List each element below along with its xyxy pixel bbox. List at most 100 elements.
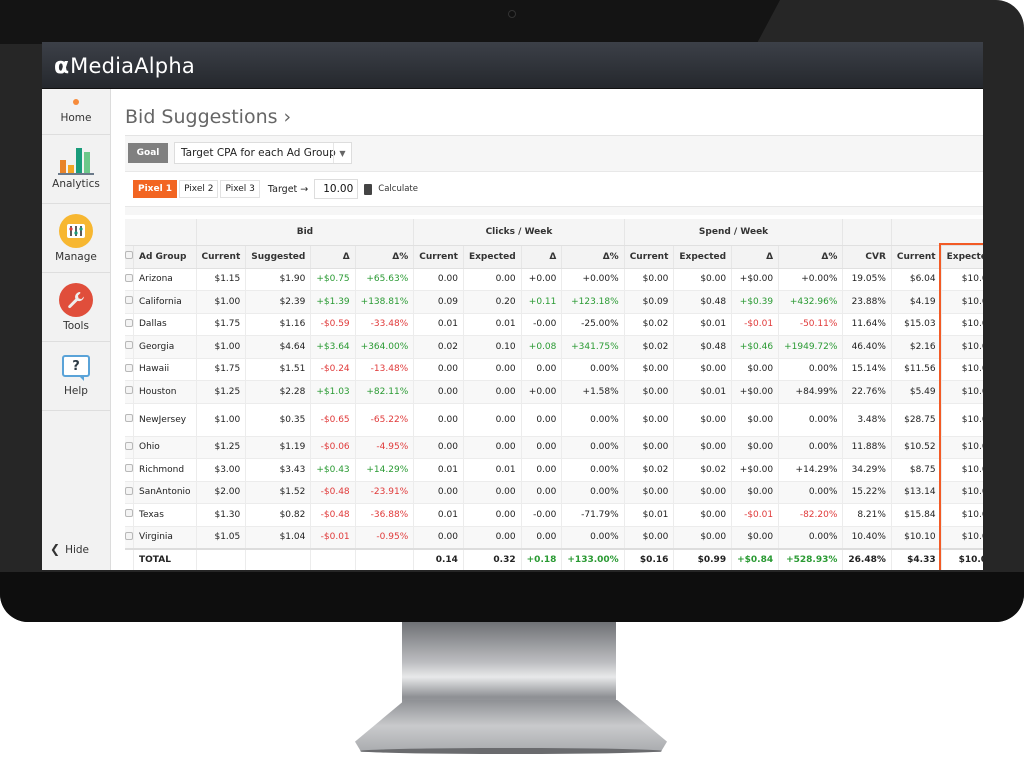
calculate-button[interactable]: Calculate — [378, 184, 418, 194]
row-checkbox[interactable] — [125, 458, 134, 482]
table-cell: $0.00 — [731, 358, 780, 381]
table-cell: $0.16 — [624, 547, 675, 570]
table-cell: 0.00 — [413, 526, 464, 549]
row-checkbox[interactable] — [125, 481, 134, 504]
column-header[interactable]: Current — [413, 245, 464, 269]
table-cell: 0.00 — [463, 481, 522, 504]
row-checkbox[interactable] — [125, 380, 134, 404]
table-cell: 0.00% — [778, 481, 844, 504]
table-cell: $0.00 — [673, 268, 733, 291]
table-cell: 0.00% — [561, 358, 625, 381]
column-header[interactable]: Expected — [673, 245, 733, 269]
row-checkbox[interactable] — [125, 403, 134, 437]
column-header[interactable]: Ad Group — [133, 245, 197, 269]
sidebar-item-manage[interactable]: Manage — [42, 204, 110, 273]
table-cell: +0.00 — [521, 268, 563, 291]
column-header[interactable]: Current — [624, 245, 675, 269]
group-header-empty — [125, 219, 197, 246]
group-header-spend: Spend / Week — [624, 219, 844, 246]
table-cell: -$0.01 — [310, 526, 356, 549]
column-header[interactable]: Suggested — [245, 245, 312, 269]
tab-pixel-1[interactable]: Pixel 1 — [133, 180, 178, 198]
ad-group-name: Arizona — [133, 268, 197, 291]
table-cell: $13.14 — [891, 481, 942, 504]
table-cell: $3.00 — [196, 458, 247, 482]
table-cell: $4.33 — [891, 547, 942, 570]
bid-suggestions-table: Bid Clicks / Week Spend / Week CPA Ad Gr… — [125, 219, 983, 570]
table-cell: $0.02 — [624, 313, 675, 336]
sidebar-item-tools[interactable]: Tools — [42, 273, 110, 342]
hide-sidebar-button[interactable]: ❮ Hide — [50, 542, 89, 556]
row-checkbox[interactable] — [125, 268, 134, 291]
table-cell: $10.00 — [941, 380, 983, 404]
sidebar: Home Analytics Manage Tools ? Help ❮ Hid… — [42, 89, 111, 570]
table-cell: +1.58% — [561, 380, 625, 404]
table-cell: -23.91% — [355, 481, 415, 504]
table-cell: $28.75 — [891, 403, 942, 437]
row-checkbox[interactable] — [125, 526, 134, 549]
table-cell: +0.11 — [521, 290, 563, 314]
row-checkbox[interactable] — [125, 335, 134, 359]
row-checkbox[interactable] — [125, 290, 134, 314]
sidebar-item-label: Analytics — [52, 177, 100, 190]
ad-group-name: Richmond — [133, 458, 197, 482]
table-cell: $10.00 — [941, 547, 983, 570]
table-cell: +$0.39 — [731, 290, 780, 314]
column-header[interactable]: Δ — [731, 245, 780, 269]
table-cell: -0.00 — [521, 503, 563, 527]
ad-group-name: Ohio — [133, 436, 197, 459]
goal-select[interactable]: Target CPA for each Ad Group ▼ — [174, 142, 352, 164]
table-cell: 0.10 — [463, 335, 522, 359]
empty-cell — [125, 547, 134, 570]
table-cell: +364.00% — [355, 335, 415, 359]
table-cell — [245, 547, 312, 570]
column-header[interactable]: Δ% — [778, 245, 844, 269]
group-header-row: Bid Clicks / Week Spend / Week CPA — [125, 219, 983, 246]
column-header[interactable]: Current — [196, 245, 247, 269]
column-header[interactable]: CVR — [842, 245, 892, 269]
column-header[interactable]: Expected — [941, 245, 983, 269]
table-row: Arizona $1.15 $1.90 +$0.75 +65.63% 0.00 0.00 +0… — [125, 268, 983, 291]
table-cell: $10.00 — [941, 268, 983, 291]
logo[interactable]: α MediaAlpha — [54, 53, 195, 79]
table-cell: $0.00 — [731, 481, 780, 504]
logo-text: MediaAlpha — [70, 54, 195, 78]
sidebar-item-analytics[interactable]: Analytics — [42, 135, 110, 204]
row-checkbox[interactable] — [125, 503, 134, 527]
column-header[interactable]: Current — [891, 245, 942, 269]
table-cell: +$0.75 — [310, 268, 356, 291]
table-cell: $0.00 — [673, 403, 733, 437]
ad-group-name: NewJersey — [133, 403, 197, 437]
table-cell: -4.95% — [355, 436, 415, 459]
ad-group-name: Georgia — [133, 335, 197, 359]
table-cell: 0.00% — [561, 458, 625, 482]
tab-pixel-2[interactable]: Pixel 2 — [179, 180, 219, 198]
row-checkbox[interactable] — [125, 358, 134, 381]
table-cell: -$0.48 — [310, 481, 356, 504]
column-header[interactable]: Δ% — [355, 245, 415, 269]
column-header[interactable]: Δ — [521, 245, 563, 269]
table-cell: 0.01 — [413, 313, 464, 336]
sidebar-item-help[interactable]: ? Help — [42, 342, 110, 411]
column-header[interactable]: Δ — [310, 245, 356, 269]
table-cell: $1.52 — [245, 481, 312, 504]
wrench-icon — [59, 282, 93, 317]
table-cell: $0.48 — [673, 335, 733, 359]
goal-label: Goal — [128, 143, 168, 163]
table-cell: $1.51 — [245, 358, 312, 381]
select-all-checkbox[interactable] — [125, 245, 134, 269]
table-cell: 0.00 — [413, 403, 464, 437]
table-cell: +$0.00 — [731, 458, 780, 482]
pixel-row: Pixel 1 Pixel 2 Pixel 3 Target → Calcula… — [125, 171, 983, 207]
column-header[interactable]: Δ% — [561, 245, 625, 269]
row-checkbox[interactable] — [125, 436, 134, 459]
column-header[interactable]: Expected — [463, 245, 522, 269]
target-input[interactable] — [314, 179, 359, 199]
table-cell: 0.00% — [561, 481, 625, 504]
table-cell: $15.84 — [891, 503, 942, 527]
row-checkbox[interactable] — [125, 313, 134, 336]
calculator-icon[interactable] — [364, 183, 373, 195]
sidebar-item-home[interactable]: Home — [42, 89, 110, 135]
tab-pixel-3[interactable]: Pixel 3 — [220, 180, 260, 198]
table-cell: $1.25 — [196, 380, 247, 404]
